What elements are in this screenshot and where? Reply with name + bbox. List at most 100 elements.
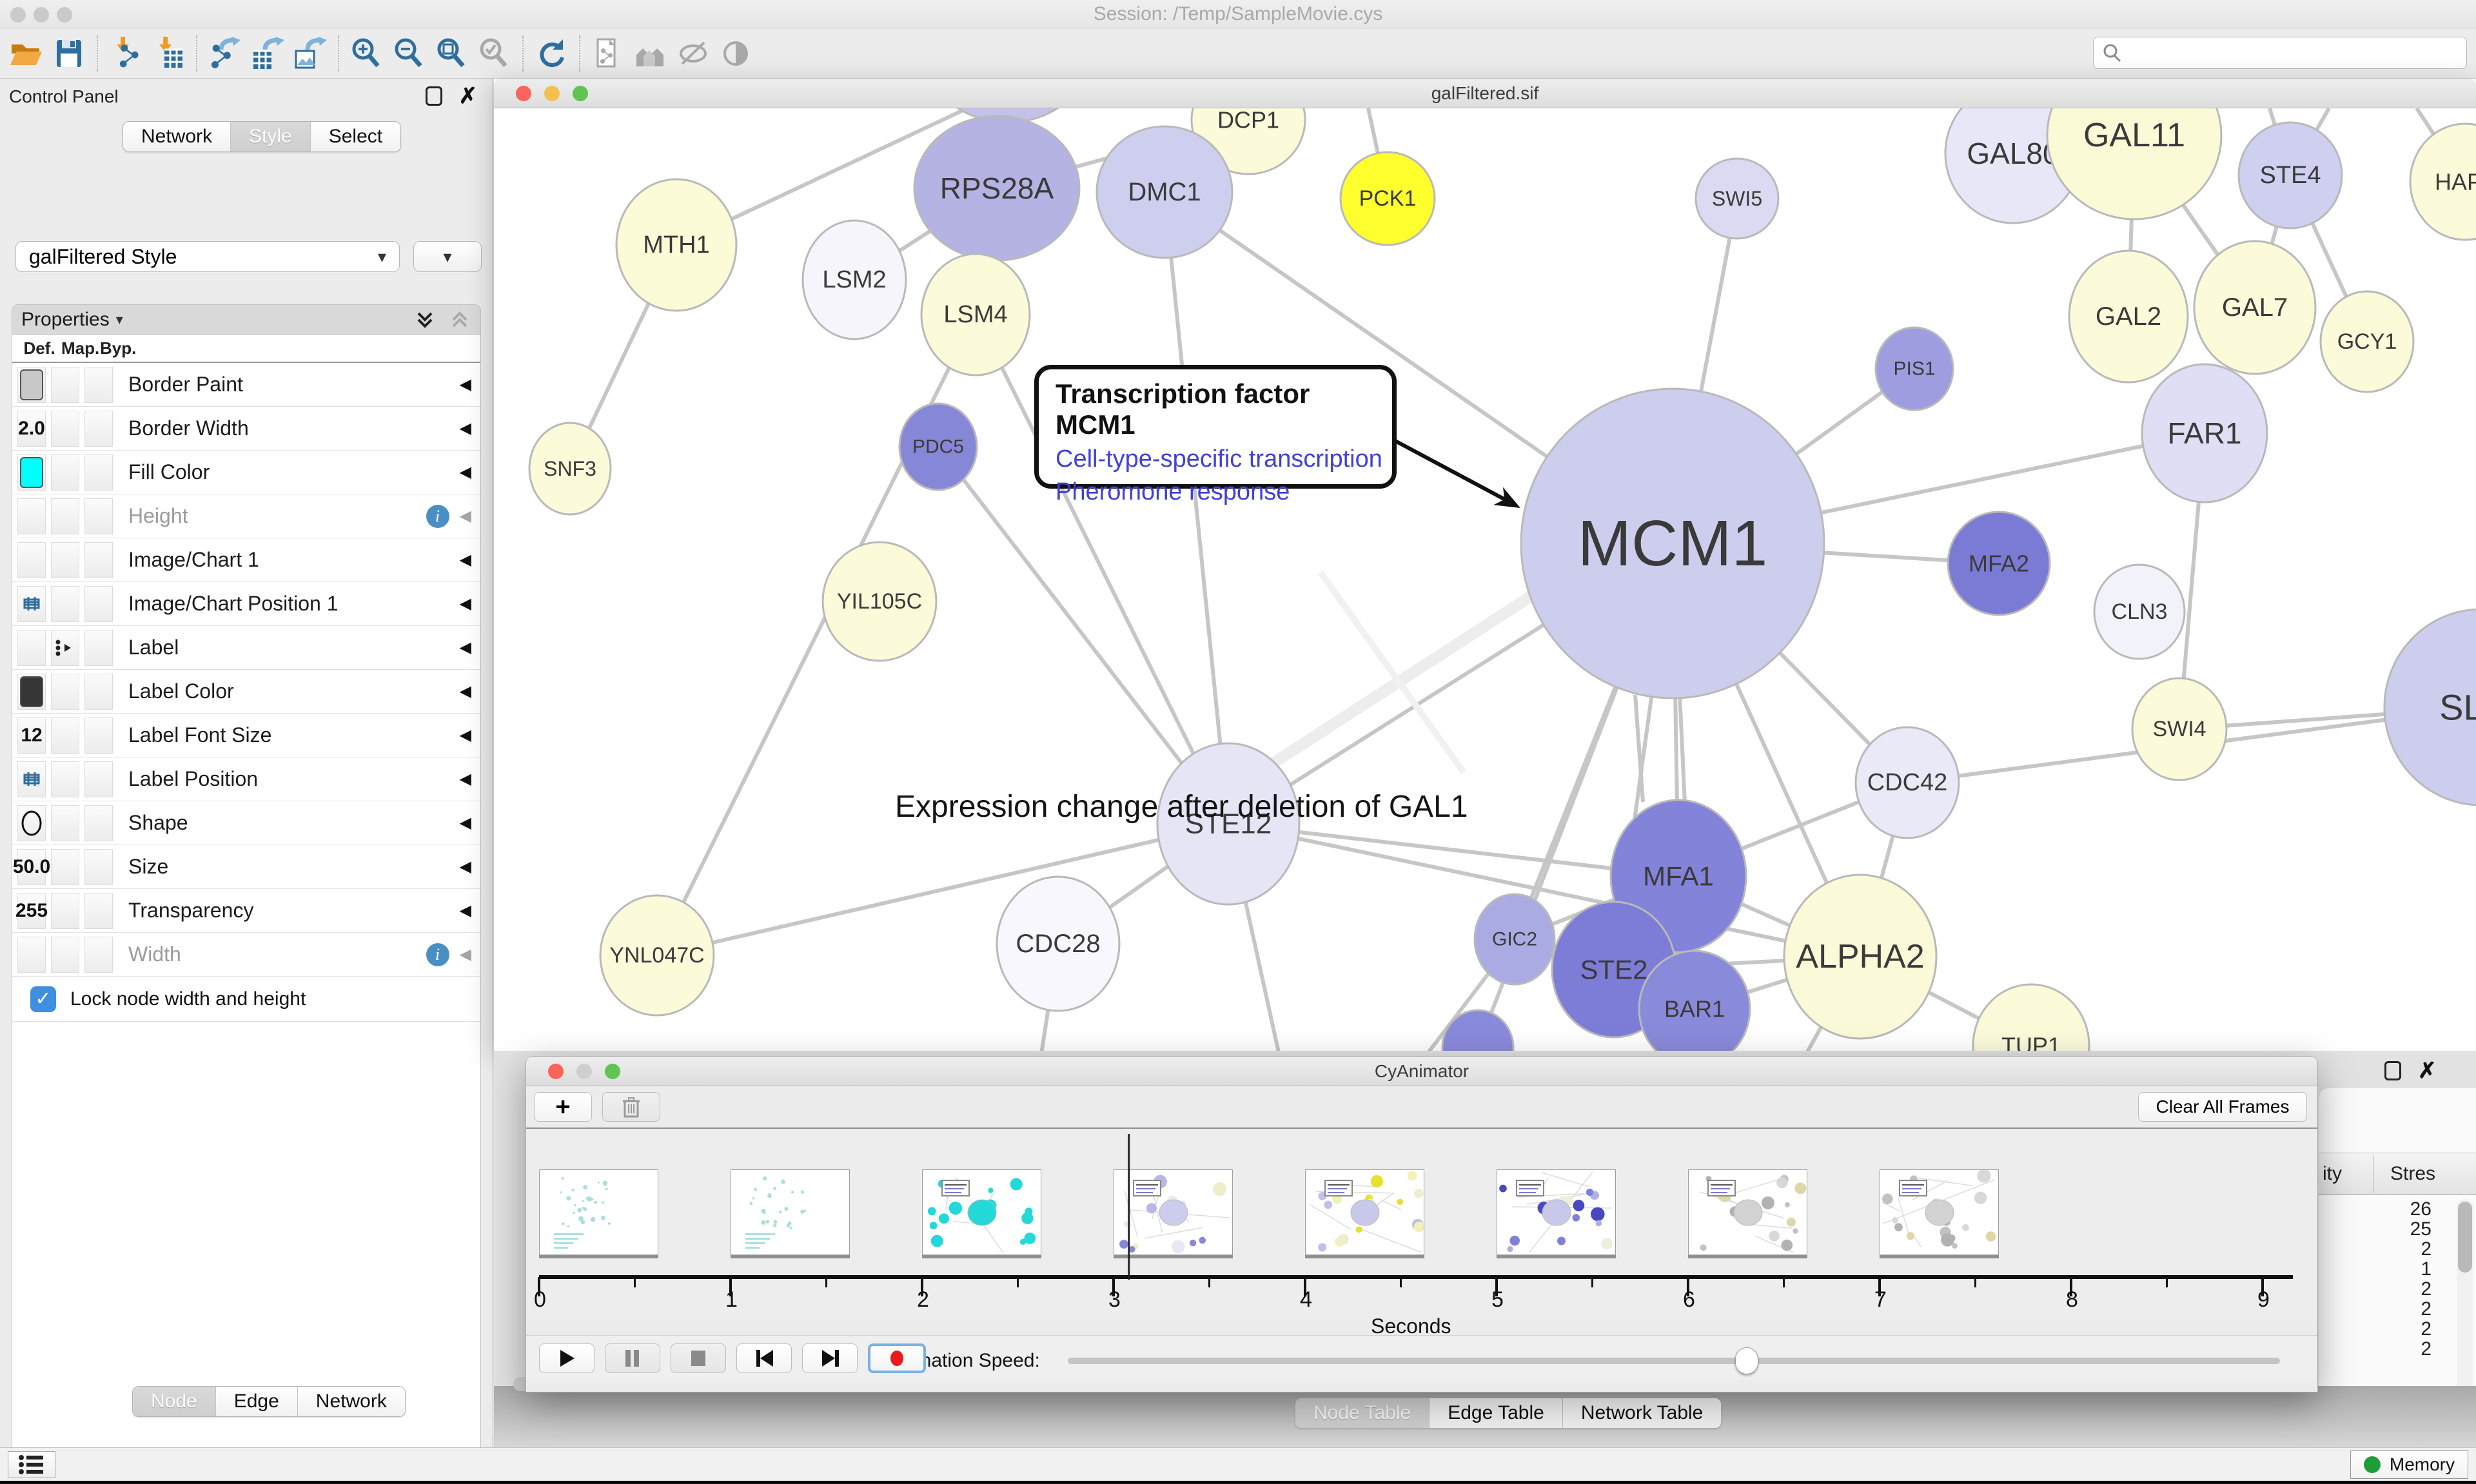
network-node-gal2[interactable]: GAL2 bbox=[2069, 251, 2188, 382]
default-cell[interactable] bbox=[17, 454, 46, 491]
refresh-button[interactable] bbox=[530, 34, 573, 73]
network-node-yil105c[interactable]: YIL105C bbox=[823, 542, 936, 661]
memory-button[interactable]: Memory bbox=[2350, 1450, 2468, 1479]
mapping-cell[interactable] bbox=[51, 849, 79, 885]
mapping-cell[interactable] bbox=[51, 367, 79, 403]
collapse-row-icon[interactable]: ◀ bbox=[460, 463, 471, 482]
network-node-ste4[interactable]: STE4 bbox=[2239, 122, 2342, 228]
default-cell[interactable]: 12 bbox=[17, 718, 46, 754]
default-cell[interactable] bbox=[17, 542, 46, 578]
bypass-cell[interactable] bbox=[84, 630, 113, 666]
collapse-row-icon[interactable]: ◀ bbox=[460, 551, 471, 569]
property-row-image-chart-position-1[interactable]: Image/Chart Position 1◀ bbox=[12, 582, 480, 626]
float-table-panel-icon[interactable] bbox=[2384, 1061, 2401, 1080]
close-table-panel-icon[interactable]: ✗ bbox=[2418, 1061, 2437, 1080]
bypass-cell[interactable] bbox=[84, 674, 113, 710]
frame-8[interactable] bbox=[1880, 1169, 1999, 1255]
collapse-row-icon[interactable]: ◀ bbox=[460, 594, 471, 613]
network-node-lsm4[interactable]: LSM4 bbox=[921, 254, 1030, 375]
maximize-icon[interactable] bbox=[605, 1064, 620, 1079]
network-node-gal11[interactable]: GAL11 bbox=[2047, 108, 2221, 219]
chevron-down-icon[interactable]: ▾ bbox=[116, 311, 123, 328]
pause-button[interactable] bbox=[605, 1343, 660, 1373]
lock-node-size-row[interactable]: ✓ Lock node width and height bbox=[12, 977, 480, 1022]
bypass-cell[interactable] bbox=[84, 454, 113, 491]
style-options-button[interactable]: ▾ bbox=[413, 241, 482, 272]
record-button[interactable] bbox=[868, 1343, 926, 1373]
default-cell[interactable] bbox=[17, 761, 46, 797]
network-merge-button[interactable] bbox=[629, 34, 672, 73]
default-cell[interactable] bbox=[17, 586, 46, 622]
property-row-label-position[interactable]: Label Position◀ bbox=[12, 757, 480, 801]
zoom-window-icon[interactable] bbox=[57, 7, 72, 23]
export-document-button[interactable] bbox=[587, 34, 629, 73]
zoom-selected-button[interactable] bbox=[473, 34, 516, 73]
network-node-swi5[interactable]: SWI5 bbox=[1696, 159, 1778, 239]
network-node-rps28a[interactable]: RPS28A bbox=[914, 116, 1079, 260]
mapping-cell[interactable] bbox=[51, 674, 79, 710]
collapse-row-icon[interactable]: ◀ bbox=[460, 507, 471, 525]
network-node-tup1[interactable]: TUP1 bbox=[1973, 984, 2089, 1051]
export-table-button[interactable] bbox=[246, 34, 289, 73]
save-session-button[interactable] bbox=[48, 34, 90, 73]
collapse-row-icon[interactable]: ◀ bbox=[460, 638, 471, 657]
table-cell-stress[interactable]: 26 bbox=[2319, 1199, 2432, 1219]
animation-speed-slider[interactable] bbox=[1068, 1358, 2280, 1364]
annotation-box[interactable]: Transcription factor MCM1 Cell-type-spec… bbox=[1034, 365, 1397, 489]
mapping-cell[interactable] bbox=[51, 542, 79, 578]
search-input[interactable] bbox=[2123, 43, 2446, 63]
network-node-gic2[interactable]: GIC2 bbox=[1475, 894, 1555, 984]
collapse-row-icon[interactable]: ◀ bbox=[460, 814, 471, 832]
property-row-transparency[interactable]: 255Transparency◀ bbox=[12, 889, 480, 933]
table-cell-stress[interactable]: 2 bbox=[2319, 1299, 2432, 1319]
skip-end-button[interactable] bbox=[802, 1343, 858, 1373]
network-node-gal7[interactable]: GAL7 bbox=[2194, 241, 2315, 374]
panel-tab-node[interactable]: Node bbox=[133, 1387, 216, 1416]
bypass-cell[interactable] bbox=[84, 367, 113, 403]
frame-5[interactable] bbox=[1305, 1169, 1424, 1255]
mapping-cell[interactable] bbox=[51, 586, 79, 622]
network-node-alpha2[interactable]: ALPHA2 bbox=[1784, 875, 1936, 1039]
bypass-cell[interactable] bbox=[84, 411, 113, 447]
table-tab-edge-table[interactable]: Edge Table bbox=[1430, 1398, 1563, 1428]
table-cell-stress[interactable]: 2 bbox=[2319, 1279, 2432, 1299]
frame-3[interactable] bbox=[922, 1169, 1041, 1255]
collapse-row-icon[interactable]: ◀ bbox=[460, 770, 471, 788]
property-row-label[interactable]: Label◀ bbox=[12, 626, 480, 670]
close-icon[interactable] bbox=[516, 86, 531, 101]
property-row-label-color[interactable]: Label Color◀ bbox=[12, 670, 480, 714]
collapse-row-icon[interactable]: ◀ bbox=[460, 682, 471, 701]
property-row-size[interactable]: 50.0Size◀ bbox=[12, 845, 480, 889]
mapping-cell[interactable] bbox=[51, 454, 79, 491]
task-history-button[interactable] bbox=[8, 1451, 55, 1478]
info-icon[interactable]: i bbox=[426, 505, 449, 528]
collapse-row-icon[interactable]: ◀ bbox=[460, 857, 471, 876]
property-row-fill-color[interactable]: Fill Color◀ bbox=[12, 451, 480, 494]
show-details-button[interactable] bbox=[714, 34, 757, 73]
mapping-cell[interactable] bbox=[51, 893, 79, 929]
network-node-gcy1[interactable]: GCY1 bbox=[2321, 291, 2413, 392]
frame-4[interactable] bbox=[1114, 1169, 1233, 1255]
open-session-button[interactable] bbox=[5, 34, 48, 73]
network-node-mcm1[interactable]: MCM1 bbox=[1521, 389, 1824, 698]
property-row-width[interactable]: Widthi◀ bbox=[12, 933, 480, 977]
info-icon[interactable]: i bbox=[426, 943, 449, 966]
minimize-window-icon[interactable] bbox=[34, 7, 49, 23]
property-row-border-width[interactable]: 2.0Border Width◀ bbox=[12, 407, 480, 451]
network-node-pis1[interactable]: PIS1 bbox=[1876, 327, 1953, 410]
property-row-label-font-size[interactable]: 12Label Font Size◀ bbox=[12, 714, 480, 757]
default-cell[interactable] bbox=[17, 805, 46, 841]
collapse-row-icon[interactable]: ◀ bbox=[460, 901, 471, 920]
table-cell-stress[interactable]: 2 bbox=[2319, 1339, 2432, 1359]
cyanimator-titlebar[interactable]: CyAnimator bbox=[526, 1057, 2317, 1086]
collapse-row-icon[interactable]: ◀ bbox=[460, 945, 471, 964]
float-panel-icon[interactable] bbox=[426, 86, 442, 106]
minimize-icon[interactable] bbox=[576, 1064, 592, 1079]
table-column-centrality[interactable]: ity bbox=[2323, 1163, 2342, 1185]
tab-select[interactable]: Select bbox=[311, 122, 400, 151]
property-row-border-paint[interactable]: Border Paint◀ bbox=[12, 363, 480, 407]
hide-details-button[interactable] bbox=[672, 34, 714, 73]
bypass-cell[interactable] bbox=[84, 937, 113, 973]
table-tab-node-table[interactable]: Node Table bbox=[1295, 1398, 1430, 1428]
network-canvas[interactable]: DCP1RPS28ADMC1PCK1SWI5GAL80GAL11STE4HAP2… bbox=[494, 108, 2476, 1051]
